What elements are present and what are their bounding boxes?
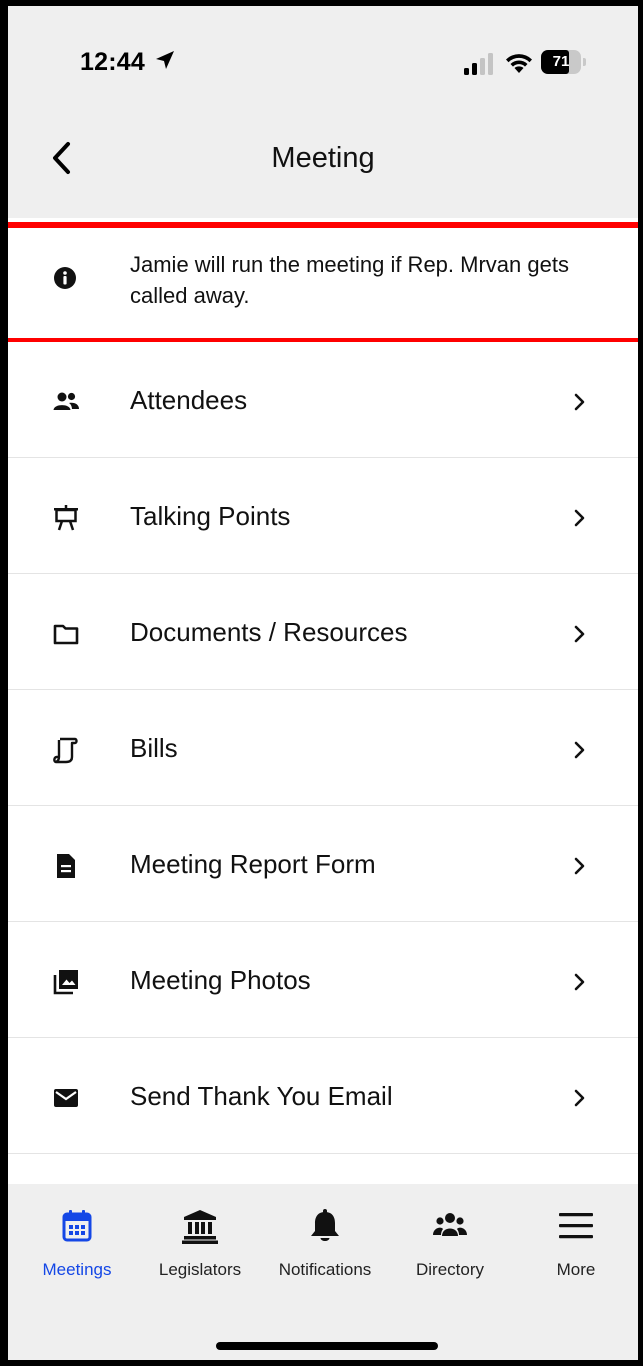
tab-legislators[interactable]: Legislators	[135, 1208, 265, 1288]
group-icon	[433, 1213, 467, 1236]
chevron-right-icon	[574, 973, 585, 991]
device-frame: 12:44 71 Meeting Jamie will run the meet…	[0, 0, 643, 1366]
tab-notifications[interactable]: Notifications	[260, 1208, 390, 1288]
menu-item-meeting-photos[interactable]: Meeting Photos	[8, 922, 638, 1038]
calendar-icon	[62, 1210, 92, 1242]
hamburger-menu-icon	[559, 1213, 593, 1239]
people-icon	[53, 392, 79, 410]
highlight-outline-top	[8, 222, 638, 228]
menu-item-attendees[interactable]: Attendees	[8, 342, 638, 458]
chevron-right-icon	[574, 393, 585, 411]
menu-item-meeting-report-form[interactable]: Meeting Report Form	[8, 806, 638, 922]
page-title: Meeting	[271, 142, 375, 174]
tab-directory[interactable]: Directory	[385, 1208, 515, 1288]
navigation-bar: Meeting	[8, 106, 638, 218]
bell-icon	[311, 1209, 339, 1241]
menu-item-label: Attendees	[130, 385, 248, 415]
menu-item-label: Bills	[130, 733, 178, 763]
wifi-icon	[506, 54, 532, 73]
meeting-note-banner: Jamie will run the meeting if Rep. Mrvan…	[8, 218, 638, 342]
document-icon	[57, 854, 75, 878]
photos-icon	[53, 970, 78, 995]
menu-item-documents-resources[interactable]: Documents / Resources	[8, 574, 638, 690]
meeting-menu-list: Attendees Talking Points Documents / Res…	[8, 342, 638, 1154]
menu-item-label: Meeting Report Form	[130, 849, 376, 879]
tab-label: Notifications	[278, 1260, 372, 1279]
chevron-right-icon	[574, 741, 585, 759]
home-indicator	[216, 1342, 438, 1350]
tab-label: Legislators	[158, 1260, 242, 1279]
tab-label: More	[556, 1260, 596, 1279]
battery-level: 71	[552, 53, 570, 70]
info-icon	[54, 267, 76, 289]
presentation-easel-icon	[54, 505, 78, 531]
status-time: 12:44	[80, 48, 145, 76]
capitol-building-icon	[182, 1210, 218, 1244]
chevron-right-icon	[574, 625, 585, 643]
menu-item-label: Meeting Photos	[130, 965, 311, 995]
status-bar: 12:44 71	[8, 6, 638, 106]
tab-more[interactable]: More	[511, 1208, 638, 1288]
tab-meetings[interactable]: Meetings	[12, 1208, 142, 1288]
menu-item-bills[interactable]: Bills	[8, 690, 638, 806]
folder-icon	[53, 624, 79, 645]
menu-item-send-thank-you-email[interactable]: Send Thank You Email	[8, 1038, 638, 1154]
cellular-signal-icon	[464, 53, 493, 75]
chevron-right-icon	[574, 1089, 585, 1107]
menu-item-label: Send Thank You Email	[130, 1081, 393, 1111]
meeting-note-text: Jamie will run the meeting if Rep. Mrvan…	[130, 252, 569, 308]
chevron-right-icon	[574, 857, 585, 875]
menu-item-label: Talking Points	[130, 501, 291, 531]
scroll-icon	[53, 737, 78, 764]
menu-item-talking-points[interactable]: Talking Points	[8, 458, 638, 574]
bottom-tab-bar: Meetings Legislators Notifications Direc…	[8, 1184, 638, 1360]
tab-label: Meetings	[42, 1260, 112, 1279]
battery-icon: 71	[541, 50, 587, 74]
location-arrow-icon	[156, 51, 174, 69]
tab-label: Directory	[415, 1260, 484, 1279]
envelope-icon	[54, 1089, 78, 1107]
menu-item-label: Documents / Resources	[130, 617, 408, 647]
app-screen: 12:44 71 Meeting Jamie will run the meet…	[8, 6, 638, 1360]
chevron-right-icon	[574, 509, 585, 527]
